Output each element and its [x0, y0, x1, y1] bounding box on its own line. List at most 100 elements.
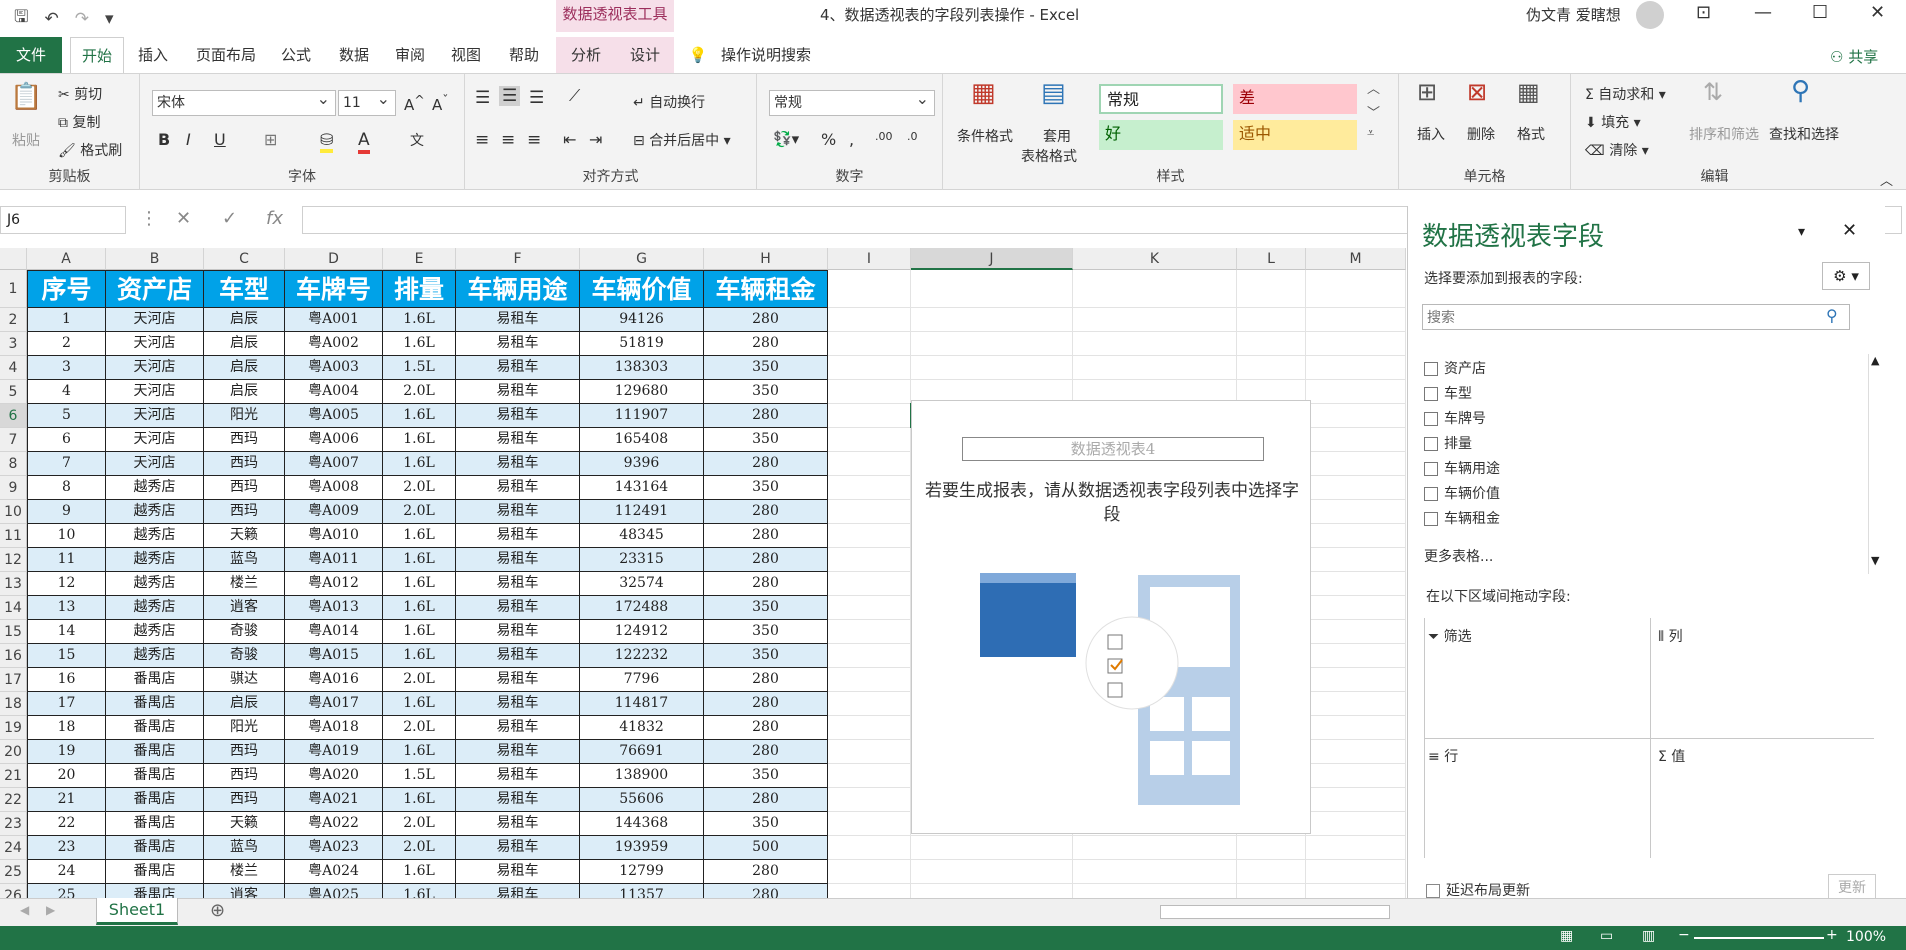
merge-center-button[interactable]: ⊟ 合并后居中 ▾ [633, 130, 731, 150]
style-normal[interactable]: 常规 [1099, 84, 1223, 114]
table-cell[interactable]: 2.0L [383, 380, 456, 404]
table-cell[interactable]: 易租车 [456, 620, 580, 644]
table-cell[interactable]: 粤A017 [285, 692, 383, 716]
avatar[interactable] [1636, 1, 1664, 29]
table-cell[interactable]: 1.6L [383, 692, 456, 716]
checkbox-icon[interactable] [1424, 512, 1438, 526]
table-cell[interactable]: 11357 [580, 884, 704, 898]
table-cell[interactable]: 启辰 [204, 308, 285, 332]
table-cell[interactable]: 2.0L [383, 836, 456, 860]
column-header[interactable]: D [285, 248, 383, 270]
table-cell[interactable]: 280 [704, 740, 828, 764]
scroll-down-icon[interactable]: ▼ [1871, 554, 1879, 567]
format-table-button-2[interactable]: 表格格式 [1021, 146, 1077, 166]
table-cell[interactable]: 粤A012 [285, 572, 383, 596]
decrease-decimal-icon[interactable]: .0 [907, 130, 918, 143]
table-cell[interactable]: 易租车 [456, 332, 580, 356]
fill-button[interactable]: ⬇ 填充 ▾ [1585, 112, 1641, 132]
table-cell[interactable]: 易租车 [456, 500, 580, 524]
copy-button[interactable]: ⧉ 复制 [58, 112, 100, 132]
field-item[interactable]: 车辆用途 [1424, 458, 1500, 478]
style-bad[interactable]: 差 [1233, 84, 1357, 114]
table-cell[interactable]: 番禺店 [106, 716, 204, 740]
table-cell[interactable]: 350 [704, 596, 828, 620]
table-cell[interactable]: 280 [704, 860, 828, 884]
table-cell[interactable]: 粤A022 [285, 812, 383, 836]
table-cell[interactable]: 易租车 [456, 308, 580, 332]
header-cell[interactable]: 车辆用途 [456, 270, 580, 308]
table-cell[interactable]: 51819 [580, 332, 704, 356]
table-cell[interactable]: 易租车 [456, 548, 580, 572]
table-cell[interactable]: 9 [27, 500, 106, 524]
header-cell[interactable]: 车牌号 [285, 270, 383, 308]
row-header[interactable]: 1 [0, 270, 27, 308]
table-cell[interactable]: 2.0L [383, 716, 456, 740]
table-cell[interactable]: 粤A021 [285, 788, 383, 812]
field-item[interactable]: 车辆价值 [1424, 483, 1500, 503]
page-break-icon[interactable]: ▥ [1642, 928, 1655, 944]
row-header[interactable]: 12 [0, 548, 27, 572]
row-header[interactable]: 14 [0, 596, 27, 620]
currency-icon[interactable]: 💱▾ [773, 130, 799, 148]
sheet-tab-sheet1[interactable]: Sheet1 [96, 898, 178, 925]
table-cell[interactable]: 西玛 [204, 452, 285, 476]
table-cell[interactable]: 1.6L [383, 620, 456, 644]
cut-button[interactable]: ✂ 剪切 [58, 84, 102, 104]
collapse-ribbon-icon[interactable]: ︿ [1880, 170, 1893, 189]
table-cell[interactable]: 22 [27, 812, 106, 836]
table-cell[interactable]: 20 [27, 764, 106, 788]
magnifier-icon[interactable]: ⚲ [1791, 76, 1810, 106]
table-cell[interactable]: 1.6L [383, 644, 456, 668]
table-cell[interactable]: 23315 [580, 548, 704, 572]
zoom-level[interactable]: 100% [1846, 929, 1886, 945]
row-header[interactable]: 19 [0, 716, 27, 740]
table-cell[interactable]: 易租车 [456, 380, 580, 404]
column-header[interactable]: I [828, 248, 911, 270]
header-cell[interactable]: 车辆价值 [580, 270, 704, 308]
table-cell[interactable]: 天河店 [106, 308, 204, 332]
table-cell[interactable]: 番禺店 [106, 740, 204, 764]
table-cell[interactable]: 15 [27, 644, 106, 668]
font-name-combo[interactable]: 宋体 [152, 87, 336, 116]
table-cell[interactable]: 280 [704, 692, 828, 716]
table-cell[interactable]: 25 [27, 884, 106, 898]
table-cell[interactable]: 西玛 [204, 476, 285, 500]
row-header[interactable]: 24 [0, 836, 27, 860]
table-cell[interactable]: 350 [704, 812, 828, 836]
table-cell[interactable]: 天籁 [204, 812, 285, 836]
table-cell[interactable]: 138303 [580, 356, 704, 380]
grow-font-icon[interactable]: A^ [404, 92, 425, 114]
table-cell[interactable]: 18 [27, 716, 106, 740]
save-icon[interactable]: 🖫 [14, 4, 28, 33]
table-cell[interactable]: 阳光 [204, 716, 285, 740]
table-cell[interactable]: 越秀店 [106, 500, 204, 524]
column-header[interactable]: E [383, 248, 456, 270]
table-cell[interactable]: 1.6L [383, 428, 456, 452]
row-header[interactable]: 2 [0, 308, 27, 332]
table-cell[interactable]: 280 [704, 884, 828, 898]
normal-view-icon[interactable]: ▦ [1560, 928, 1573, 944]
table-cell[interactable]: 番禺店 [106, 812, 204, 836]
customize-qat-icon[interactable]: ▾ [105, 9, 114, 29]
table-cell[interactable]: 8 [27, 476, 106, 500]
row-header[interactable]: 4 [0, 356, 27, 380]
conditional-format-icon[interactable]: ▦ [971, 78, 996, 108]
table-cell[interactable]: 易租车 [456, 836, 580, 860]
tab-review[interactable]: 审阅 [390, 37, 430, 73]
field-item[interactable]: 车辆租金 [1424, 508, 1500, 528]
cancel-icon[interactable]: ✕ [176, 208, 191, 229]
tab-home[interactable]: 开始 [70, 37, 124, 73]
field-item[interactable]: 车牌号 [1424, 408, 1486, 428]
styles-scroll-down-icon[interactable]: ﹀ [1367, 102, 1380, 121]
row-header[interactable]: 21 [0, 764, 27, 788]
column-header[interactable]: A [27, 248, 106, 270]
format-painter-button[interactable]: 🖌 格式刷 [58, 140, 122, 160]
table-cell[interactable]: 易租车 [456, 764, 580, 788]
checkbox-icon[interactable] [1424, 462, 1438, 476]
pivot-placeholder[interactable]: 数据透视表4 若要生成报表，请从数据透视表字段列表中选择字段 [911, 400, 1311, 834]
table-cell[interactable]: 1.5L [383, 356, 456, 380]
table-cell[interactable]: 易租车 [456, 740, 580, 764]
table-cell[interactable]: 粤A014 [285, 620, 383, 644]
field-item[interactable]: 排量 [1424, 433, 1472, 453]
tell-me-search[interactable]: 操作说明搜索 [716, 37, 816, 73]
